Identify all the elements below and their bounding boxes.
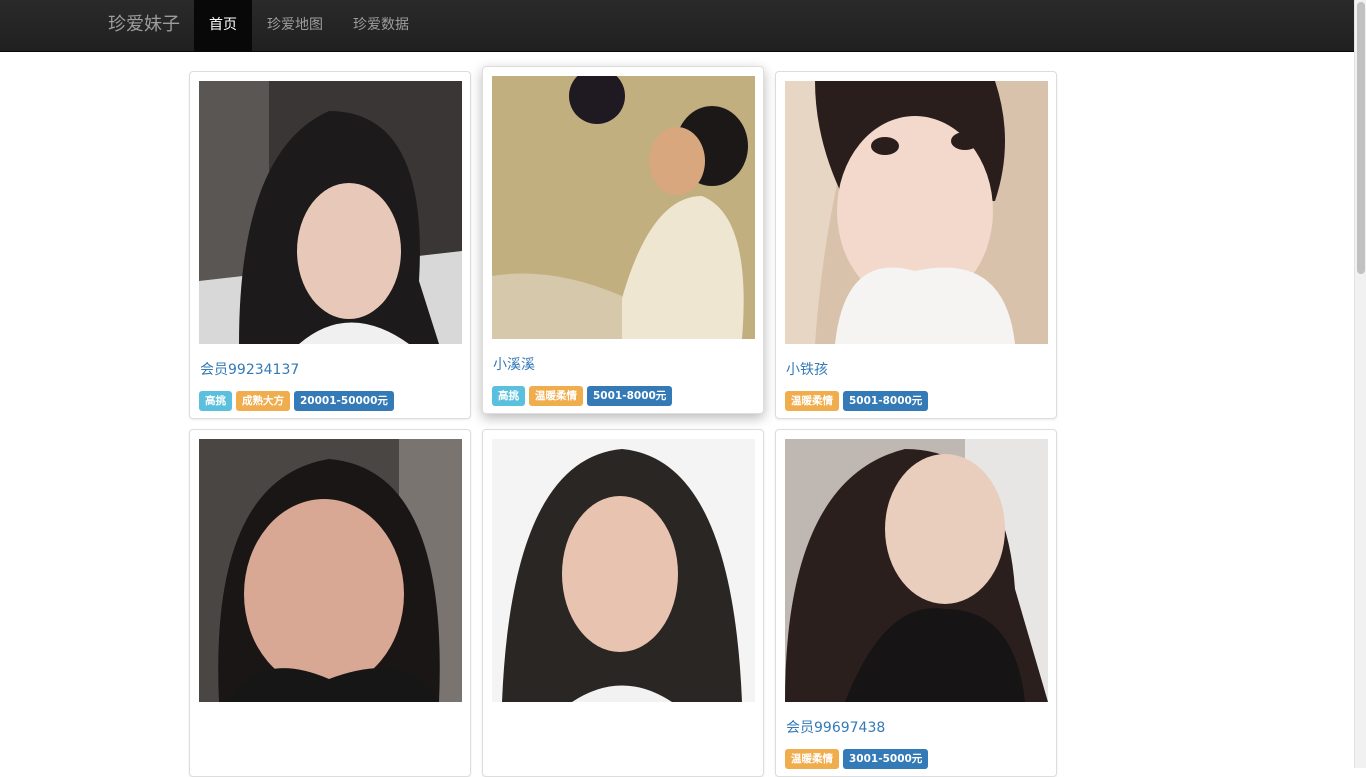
tag-badge: 高挑 (199, 391, 232, 411)
tag-badge: 5001-8000元 (843, 391, 929, 411)
profile-card[interactable]: 小铁孩 温暖柔情 5001-8000元 (775, 71, 1057, 419)
profile-photo[interactable] (199, 439, 462, 702)
profile-photo-image (492, 76, 755, 339)
tag-badge: 温暖柔情 (529, 386, 583, 406)
profile-card[interactable] (189, 429, 471, 777)
profile-photo[interactable] (785, 439, 1048, 702)
profile-photo-image (785, 439, 1048, 702)
profile-card[interactable]: 会员99234137 高挑 成熟大方 20001-50000元 (189, 71, 471, 419)
nav-item-map[interactable]: 珍爱地图 (252, 0, 338, 51)
tag-badge: 高挑 (492, 386, 525, 406)
tag-list: 温暖柔情 3001-5000元 (785, 749, 932, 769)
profile-name[interactable]: 会员99234137 (200, 361, 299, 379)
nav-item-home[interactable]: 首页 (194, 0, 252, 51)
profile-photo[interactable] (785, 81, 1048, 344)
profile-card[interactable] (482, 429, 764, 777)
tag-list: 高挑 成熟大方 20001-50000元 (199, 391, 398, 411)
page-scrollbar[interactable] (1354, 0, 1366, 768)
profile-name[interactable]: 小溪溪 (493, 356, 535, 374)
profile-name[interactable]: 小铁孩 (786, 361, 828, 379)
profile-card[interactable]: 会员99697438 温暖柔情 3001-5000元 (775, 429, 1057, 777)
profile-photo-image (199, 439, 462, 702)
tag-list: 温暖柔情 5001-8000元 (785, 391, 932, 411)
profile-photo[interactable] (492, 76, 755, 339)
scrollbar-thumb[interactable] (1357, 2, 1365, 274)
tag-badge: 成熟大方 (236, 391, 290, 411)
profile-card[interactable]: 小溪溪 高挑 温暖柔情 5001-8000元 (482, 66, 764, 414)
tag-badge: 20001-50000元 (294, 391, 394, 411)
profile-name[interactable]: 会员99697438 (786, 719, 885, 737)
nav-item-data[interactable]: 珍爱数据 (338, 0, 424, 51)
tag-badge: 5001-8000元 (587, 386, 673, 406)
profile-photo[interactable] (492, 439, 755, 702)
tag-badge: 温暖柔情 (785, 749, 839, 769)
tag-badge: 温暖柔情 (785, 391, 839, 411)
profile-photo-image (199, 81, 462, 344)
brand-logo[interactable]: 珍爱妹子 (108, 14, 180, 36)
profile-photo-image (492, 439, 755, 702)
tag-badge: 3001-5000元 (843, 749, 929, 769)
top-navbar: 珍爱妹子 首页 珍爱地图 珍爱数据 (0, 0, 1354, 52)
profile-photo[interactable] (199, 81, 462, 344)
tag-list: 高挑 温暖柔情 5001-8000元 (492, 386, 676, 406)
profile-photo-image (785, 81, 1048, 344)
